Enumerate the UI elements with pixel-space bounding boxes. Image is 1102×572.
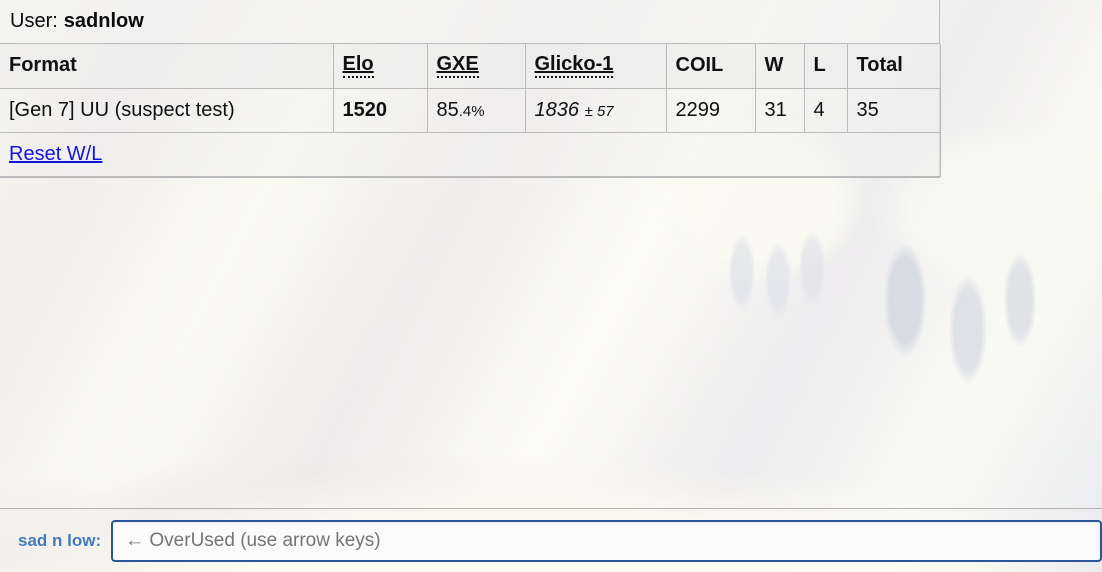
cell-gxe-whole: 85 (436, 98, 459, 121)
column-header-format-label: Format (9, 54, 77, 77)
cell-glicko: 1836 ± 57 (525, 88, 667, 133)
reset-row: Reset W/L (0, 132, 941, 177)
user-label: User: (10, 10, 58, 32)
cell-glicko-deviation: ± 57 (584, 102, 614, 120)
column-header-format: Format (0, 44, 334, 89)
cell-elo: 1520 (333, 88, 428, 133)
column-header-total-label: Total (856, 54, 903, 77)
column-header-wins-label: W (764, 54, 784, 77)
reset-cell: Reset W/L (0, 132, 941, 177)
cell-glicko-rating: 1836 (534, 98, 580, 121)
column-header-elo[interactable]: Elo (333, 44, 428, 89)
cell-coil: 2299 (666, 88, 756, 133)
username-value: sadnlow (63, 10, 144, 32)
column-header-gxe-label[interactable]: GXE (436, 54, 479, 79)
chat-username-label: sad n low: (18, 530, 102, 550)
column-header-glicko-label[interactable]: Glicko-1 (534, 54, 614, 79)
chat-bar: sad n low: (0, 508, 1102, 572)
cell-format: [Gen 7] UU (suspect test) (0, 88, 334, 133)
column-header-losses: L (804, 44, 848, 89)
column-header-total: Total (847, 44, 941, 89)
column-header-losses-label: L (813, 54, 826, 77)
app-root: User: sadnlow Format Elo GXE Glicko-1 CO… (0, 0, 1102, 572)
user-header: User: sadnlow (0, 0, 939, 44)
column-header-elo-label[interactable]: Elo (342, 54, 374, 79)
column-header-wins: W (755, 44, 805, 89)
column-header-gxe[interactable]: GXE (427, 44, 526, 89)
table-header-row: Format Elo GXE Glicko-1 COIL W L Total (0, 44, 941, 89)
reset-wl-link[interactable]: Reset W/L (9, 143, 102, 165)
ratings-panel: User: sadnlow Format Elo GXE Glicko-1 CO… (0, 0, 941, 178)
table-row: [Gen 7] UU (suspect test) 1520 85.4% 183… (0, 88, 941, 133)
column-header-coil-label: COIL (675, 54, 724, 77)
cell-gxe-fraction: .4% (458, 102, 485, 120)
column-header-glicko[interactable]: Glicko-1 (525, 44, 667, 89)
chat-input[interactable] (111, 519, 1102, 562)
column-header-coil: COIL (666, 44, 756, 89)
ladder-ratings-table: Format Elo GXE Glicko-1 COIL W L Total [… (0, 44, 941, 177)
cell-gxe: 85.4% (427, 88, 526, 133)
cell-losses: 4 (804, 88, 848, 133)
cell-wins: 31 (755, 88, 805, 133)
cell-total: 35 (847, 88, 941, 133)
